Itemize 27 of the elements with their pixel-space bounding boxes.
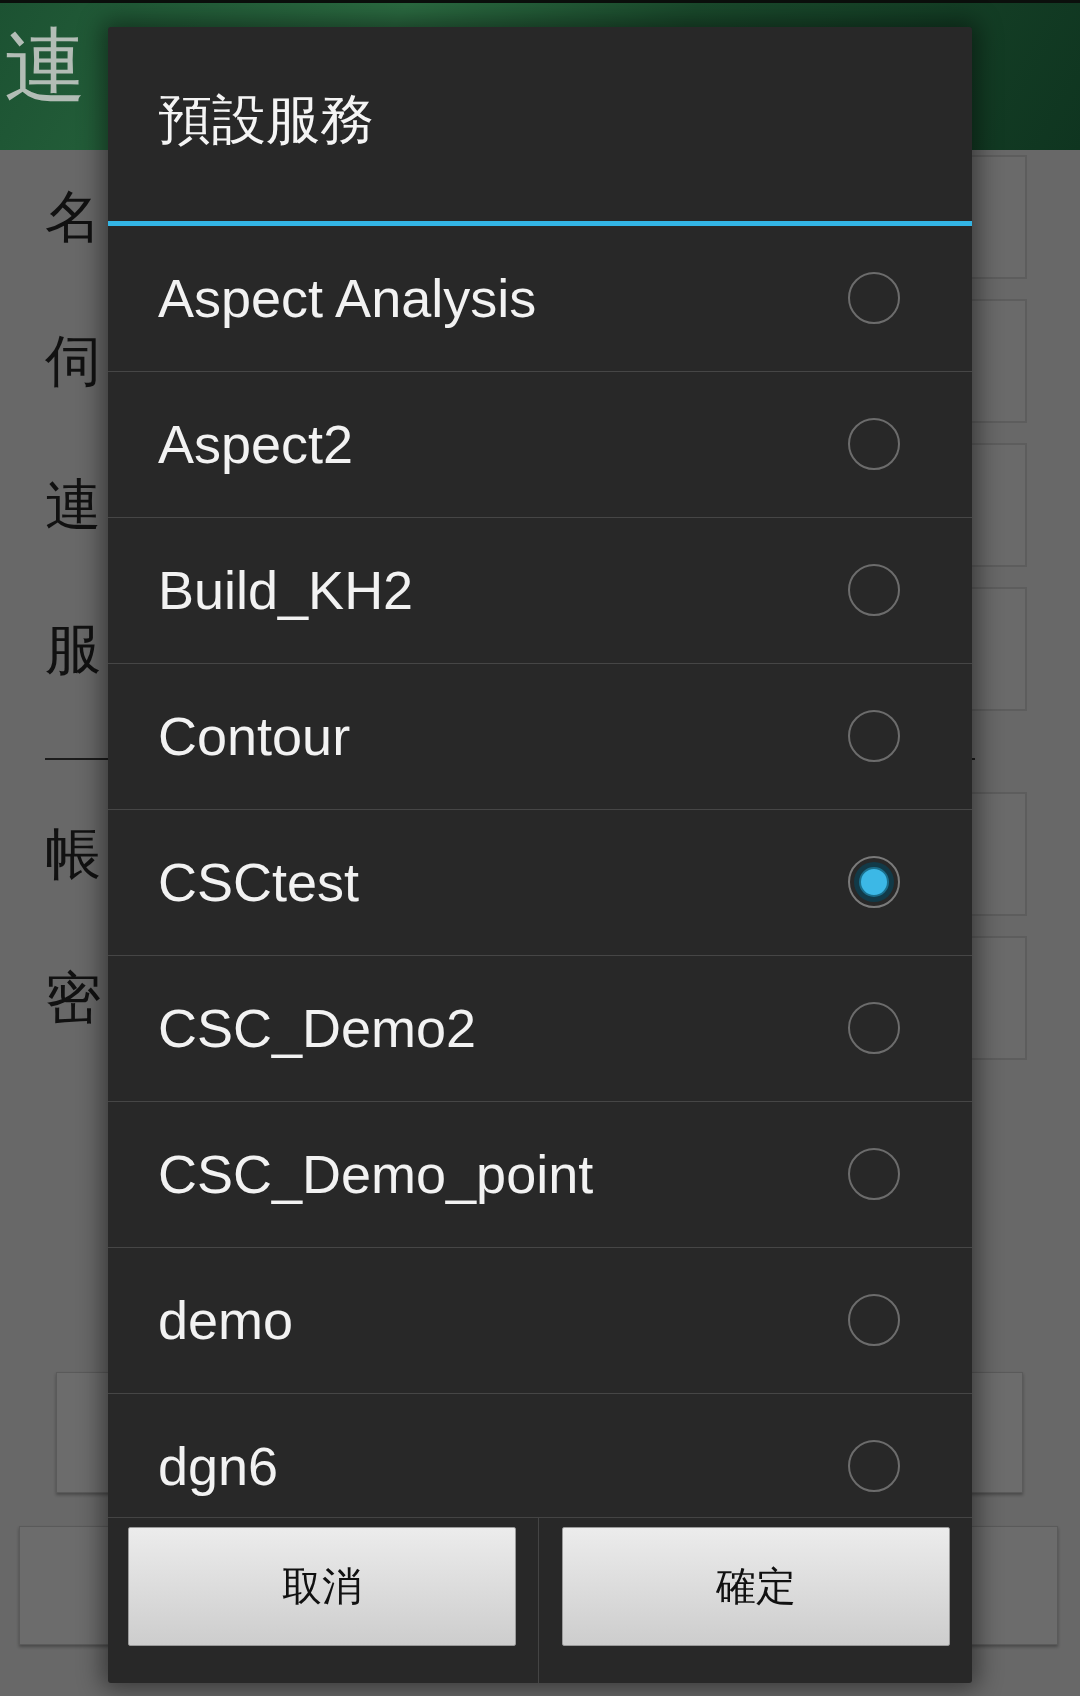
cancel-button[interactable]: 取消 — [128, 1527, 516, 1646]
service-option[interactable]: Contour — [108, 663, 972, 810]
radio-button[interactable] — [847, 1439, 901, 1494]
dialog-title: 預設服務 — [158, 90, 374, 150]
service-option[interactable]: CSC_Demo2 — [108, 955, 972, 1102]
radio-button[interactable] — [847, 1001, 901, 1056]
service-option[interactable]: CSC_Demo_point — [108, 1101, 972, 1248]
service-option[interactable]: CSCtest — [108, 809, 972, 956]
service-option[interactable]: Aspect2 — [108, 371, 972, 518]
form-label: 服 — [45, 621, 101, 677]
radio-button[interactable] — [847, 563, 901, 618]
radio-button[interactable] — [847, 855, 901, 910]
screen-title: 連 — [4, 24, 86, 107]
form-label: 帳 — [45, 826, 101, 882]
radio-button[interactable] — [847, 417, 901, 472]
form-label: 連 — [45, 477, 101, 533]
confirm-button[interactable]: 確定 — [562, 1527, 950, 1646]
radio-button[interactable] — [847, 271, 901, 326]
service-option[interactable]: demo — [108, 1247, 972, 1394]
radio-button[interactable] — [847, 1147, 901, 1202]
form-label: 密 — [45, 970, 101, 1026]
radio-button[interactable] — [847, 1293, 901, 1348]
service-option[interactable]: Build_KH2 — [108, 517, 972, 664]
form-label: 伺 — [45, 333, 101, 389]
service-option[interactable]: Aspect Analysis — [108, 225, 972, 372]
radio-button[interactable] — [847, 709, 901, 764]
form-label: 名 — [45, 189, 101, 245]
